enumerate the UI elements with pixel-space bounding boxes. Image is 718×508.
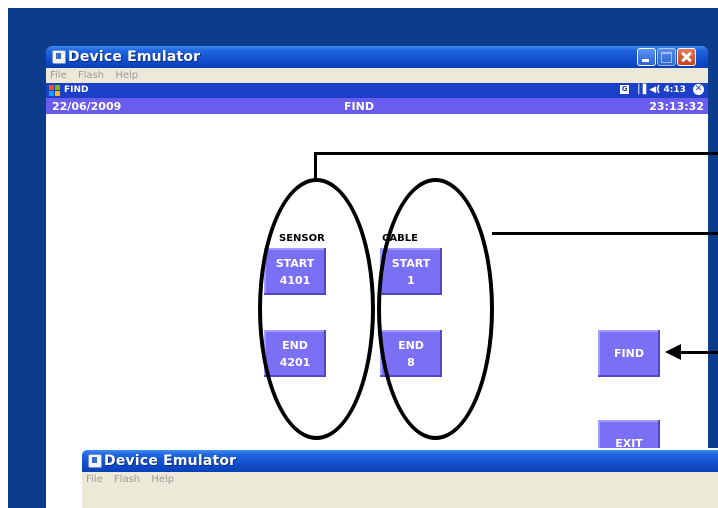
volume-icon[interactable]: ◀( [649,85,660,95]
desktop: Device Emulator File Flash Help FIND G ▕… [8,8,718,508]
menu-file[interactable]: File [50,70,67,81]
notification-icon[interactable]: G [620,85,630,94]
menu-help[interactable]: Help [115,70,138,81]
second-menu-help[interactable]: Help [151,474,174,485]
minimize-button[interactable] [637,48,656,66]
window-title: Device Emulator [68,49,201,65]
info-bar: 22/06/2009 FIND 23:13:32 [46,98,708,114]
sensor-callout-stem [314,152,317,182]
title-bar[interactable]: Device Emulator [46,46,708,68]
close-button[interactable] [677,48,696,66]
start-flag-icon[interactable] [49,85,60,96]
clock-text: 23:13:32 [649,100,704,113]
find-button-label: FIND [614,347,644,360]
second-title-bar[interactable]: Device Emulator [82,450,718,472]
find-button[interactable]: FIND [598,330,660,377]
date-text: 22/06/2009 [52,100,122,113]
app-icon [52,50,66,64]
device-taskbar: FIND G ▕▐ ◀( 4:13 ✕ [46,83,708,98]
device-app-title: FIND [64,85,89,95]
find-callout-line [680,351,718,354]
app-close-icon[interactable]: ✕ [693,84,704,95]
second-emulator-window: Device Emulator File Flash Help [80,448,718,508]
menu-flash[interactable]: Flash [78,70,104,81]
second-window-title: Device Emulator [104,453,237,469]
sensor-group-oval [258,178,375,440]
sensor-callout-line [314,152,718,155]
menu-bar: File Flash Help [46,68,708,83]
second-menu-file[interactable]: File [86,474,103,485]
cable-callout-line [492,232,718,235]
status-area: G ▕▐ ◀( 4:13 ✕ [620,84,704,95]
second-menu-bar: File Flash Help [82,472,718,487]
screen-title: FIND [344,100,374,113]
status-time: 4:13 [663,85,686,95]
cable-group-oval [377,178,494,440]
emulator-window: Device Emulator File Flash Help FIND G ▕… [46,46,708,508]
maximize-button[interactable] [657,48,676,66]
second-menu-flash[interactable]: Flash [114,474,140,485]
second-app-icon [88,454,102,468]
find-callout-arrow-icon [665,344,681,360]
signal-icon: ▕▐ [632,85,647,95]
